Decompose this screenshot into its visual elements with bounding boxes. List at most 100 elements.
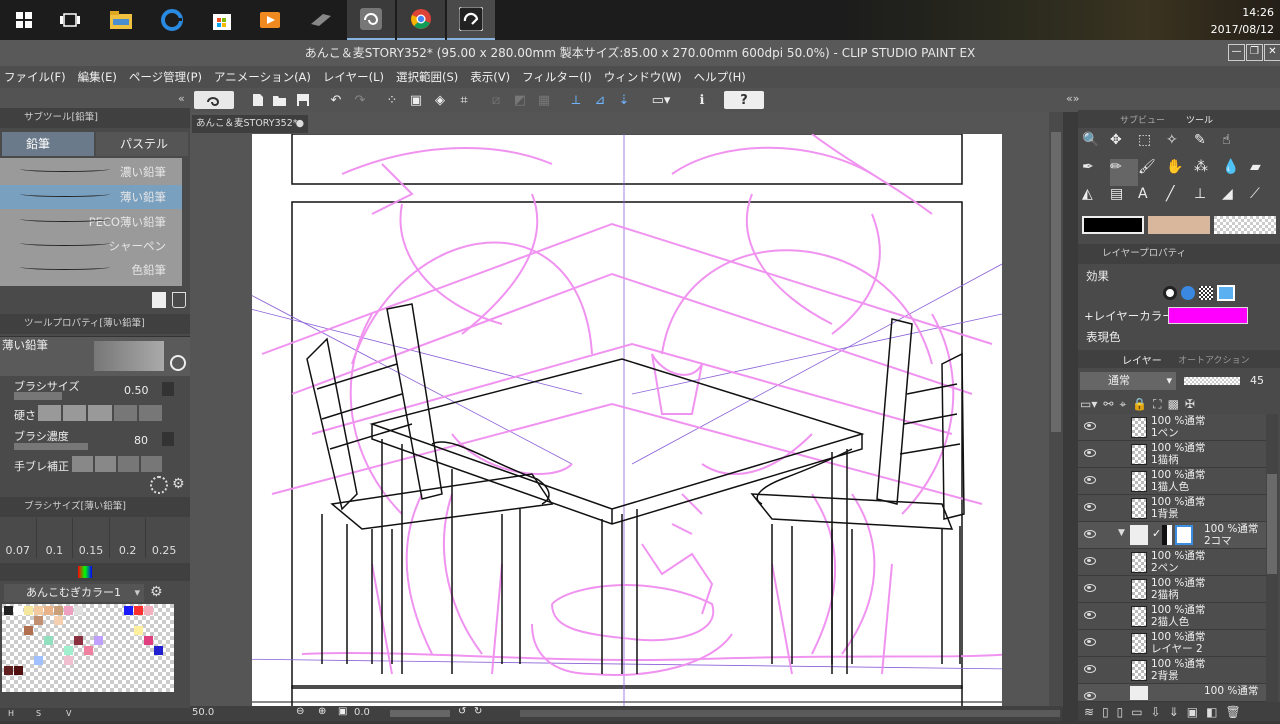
collapse-right-icon[interactable]: «» [1066, 92, 1079, 105]
auto-select-icon[interactable]: ✧ [1166, 132, 1194, 159]
blend-mode-select[interactable]: 通常 ▾ [1080, 372, 1176, 390]
task-view-icon[interactable] [46, 0, 94, 40]
eye-icon[interactable] [1084, 638, 1096, 646]
transfer-down-icon[interactable]: ⇩ [1151, 705, 1161, 719]
color-swatch[interactable] [24, 626, 33, 635]
border-effect-icon[interactable] [1163, 286, 1177, 300]
color-swatch[interactable] [64, 656, 73, 665]
color-swatch[interactable] [64, 646, 73, 655]
hand-tool-icon[interactable]: ✋ [1166, 159, 1194, 186]
snap-grid-icon[interactable]: ◩ [510, 91, 530, 109]
menu-window[interactable]: ウィンドウ(W) [604, 69, 682, 85]
new-folder-icon[interactable]: ▭ [1131, 705, 1142, 719]
eye-icon[interactable] [1084, 503, 1096, 511]
horizontal-scrollbar[interactable] [520, 710, 1060, 717]
layer-move-icon[interactable]: ☝ [1222, 132, 1250, 159]
lock-icon[interactable]: 🔒 [1132, 397, 1147, 411]
layer-color-menu-icon[interactable]: ▭▾ [1080, 397, 1097, 411]
media-player-icon[interactable] [246, 0, 294, 40]
fill-tool-icon[interactable]: ◭ [1082, 186, 1110, 213]
brush-size-preset[interactable]: 0.15 [73, 518, 110, 558]
layer-folder-row[interactable]: 100 %通常 [1078, 684, 1266, 702]
zoom-tool-icon[interactable]: 🔍 [1082, 132, 1110, 159]
color-swatch[interactable] [74, 606, 83, 615]
color-swatch[interactable] [134, 626, 143, 635]
color-swatch[interactable] [94, 636, 103, 645]
clip-studio-icon[interactable] [347, 0, 395, 40]
main-color-swatch[interactable] [1082, 216, 1144, 234]
density-value[interactable]: 80 [134, 434, 148, 447]
color-swatch[interactable] [74, 636, 83, 645]
menu-view[interactable]: 表示(V) [470, 69, 510, 85]
chrome-icon[interactable] [397, 0, 445, 40]
pressure-icon[interactable] [162, 382, 174, 396]
density-slider[interactable] [14, 443, 88, 450]
layer-row[interactable]: 100 %通常 レイヤー 2 [1078, 630, 1266, 657]
scale-icon[interactable]: ⌗ [454, 91, 474, 109]
info-icon[interactable]: ℹ [692, 91, 712, 109]
subtool-item-dark-pencil[interactable]: 濃い鉛筆 [0, 160, 182, 184]
brush-size-value[interactable]: 0.50 [124, 384, 149, 397]
color-set-tab-icon[interactable] [78, 566, 92, 578]
tab-auto-action[interactable]: オートアクション [1178, 353, 1250, 366]
pen-tool-icon[interactable]: ✒ [1082, 159, 1110, 186]
redo-icon[interactable]: ↷ [350, 91, 370, 109]
subtool-item-color-pencil[interactable]: 色鉛筆 [0, 258, 182, 282]
eye-icon[interactable] [1084, 665, 1096, 673]
fill-icon[interactable]: ◈ [430, 91, 450, 109]
color-swatch[interactable] [54, 606, 63, 615]
deselect-icon[interactable]: ⁘ [382, 91, 402, 109]
layer-row[interactable]: 100 %通常 2猫柄 [1078, 576, 1266, 603]
undo-icon[interactable]: ↶ [326, 91, 346, 109]
layer-settings-icon[interactable]: ≋ [1084, 705, 1094, 719]
eye-icon[interactable] [1084, 557, 1096, 565]
layer-row[interactable]: 100 %通常 1猫人色 [1078, 468, 1266, 495]
text-tool-icon[interactable]: A [1138, 186, 1166, 213]
layer-row[interactable]: 100 %通常 1ペン [1078, 414, 1266, 441]
brush-size-slider[interactable] [14, 392, 62, 400]
clip-icon[interactable]: ⚯ [1103, 397, 1113, 411]
color-swatch-grid[interactable] [2, 604, 174, 692]
color-swatch[interactable] [154, 646, 163, 655]
color-set-dropdown[interactable]: あんこむぎカラー1 ▾ [4, 584, 144, 602]
document-tab[interactable]: あんこ＆麦STORY352* ● [192, 115, 308, 133]
brush-size-preset[interactable]: 0.2 [110, 518, 147, 558]
selection-tool-icon[interactable]: ⬚ [1138, 132, 1166, 159]
stabilization-selector[interactable] [72, 456, 162, 472]
color-swatch[interactable] [34, 606, 43, 615]
collapse-left-icon[interactable]: « [178, 92, 185, 105]
windows-start-icon[interactable] [0, 0, 48, 40]
tab-pencil[interactable]: 鉛筆 [2, 132, 94, 156]
rotate-left-icon[interactable]: ↺ [458, 706, 466, 717]
mask-icon[interactable]: ▩ [1168, 397, 1179, 411]
delete-layer-icon[interactable]: 🗑 [1225, 705, 1240, 719]
eye-icon[interactable] [1084, 530, 1096, 538]
color-swatch[interactable] [144, 636, 153, 645]
brush-size-preset[interactable]: 0.1 [37, 518, 74, 558]
new-subtool-icon[interactable] [152, 292, 166, 308]
eye-icon[interactable] [1084, 476, 1096, 484]
brush-size-preset[interactable]: 0.07 [0, 518, 37, 558]
maximize-button[interactable]: ❐ [1246, 44, 1263, 61]
clip-studio-paint-icon[interactable] [447, 0, 495, 40]
trash-icon[interactable] [172, 292, 186, 308]
pressure-icon[interactable] [162, 432, 174, 446]
vanishing-point-icon[interactable]: ⇣ [614, 91, 634, 109]
eraser-tool-icon[interactable]: ▰ [1250, 159, 1278, 186]
zoom-out-icon[interactable]: ⊖ [296, 706, 304, 717]
color-swatch[interactable] [44, 636, 53, 645]
help-icon[interactable]: ? [724, 91, 764, 109]
color-swatch[interactable] [4, 666, 13, 675]
lock-transparency-icon[interactable]: ⛶ [1153, 397, 1161, 412]
gradient-tool-icon[interactable]: ▤ [1110, 186, 1138, 213]
layer-row[interactable]: 100 %通常 1背景 [1078, 495, 1266, 522]
layer-row[interactable]: 100 %通常 1猫柄 [1078, 441, 1266, 468]
opacity-value[interactable]: 45 [1250, 374, 1264, 387]
eyedropper-icon[interactable]: ✎ [1194, 132, 1222, 159]
transparent-color-swatch[interactable] [1214, 216, 1276, 234]
taskbar-clock[interactable]: 14:26 2017/08/12 [1211, 4, 1274, 38]
clip-studio-launch-icon[interactable] [194, 91, 234, 109]
color-swatch[interactable] [134, 606, 143, 615]
tab-subview[interactable]: サブビュー [1120, 113, 1165, 126]
layer-list-scrollbar[interactable] [1266, 414, 1278, 704]
